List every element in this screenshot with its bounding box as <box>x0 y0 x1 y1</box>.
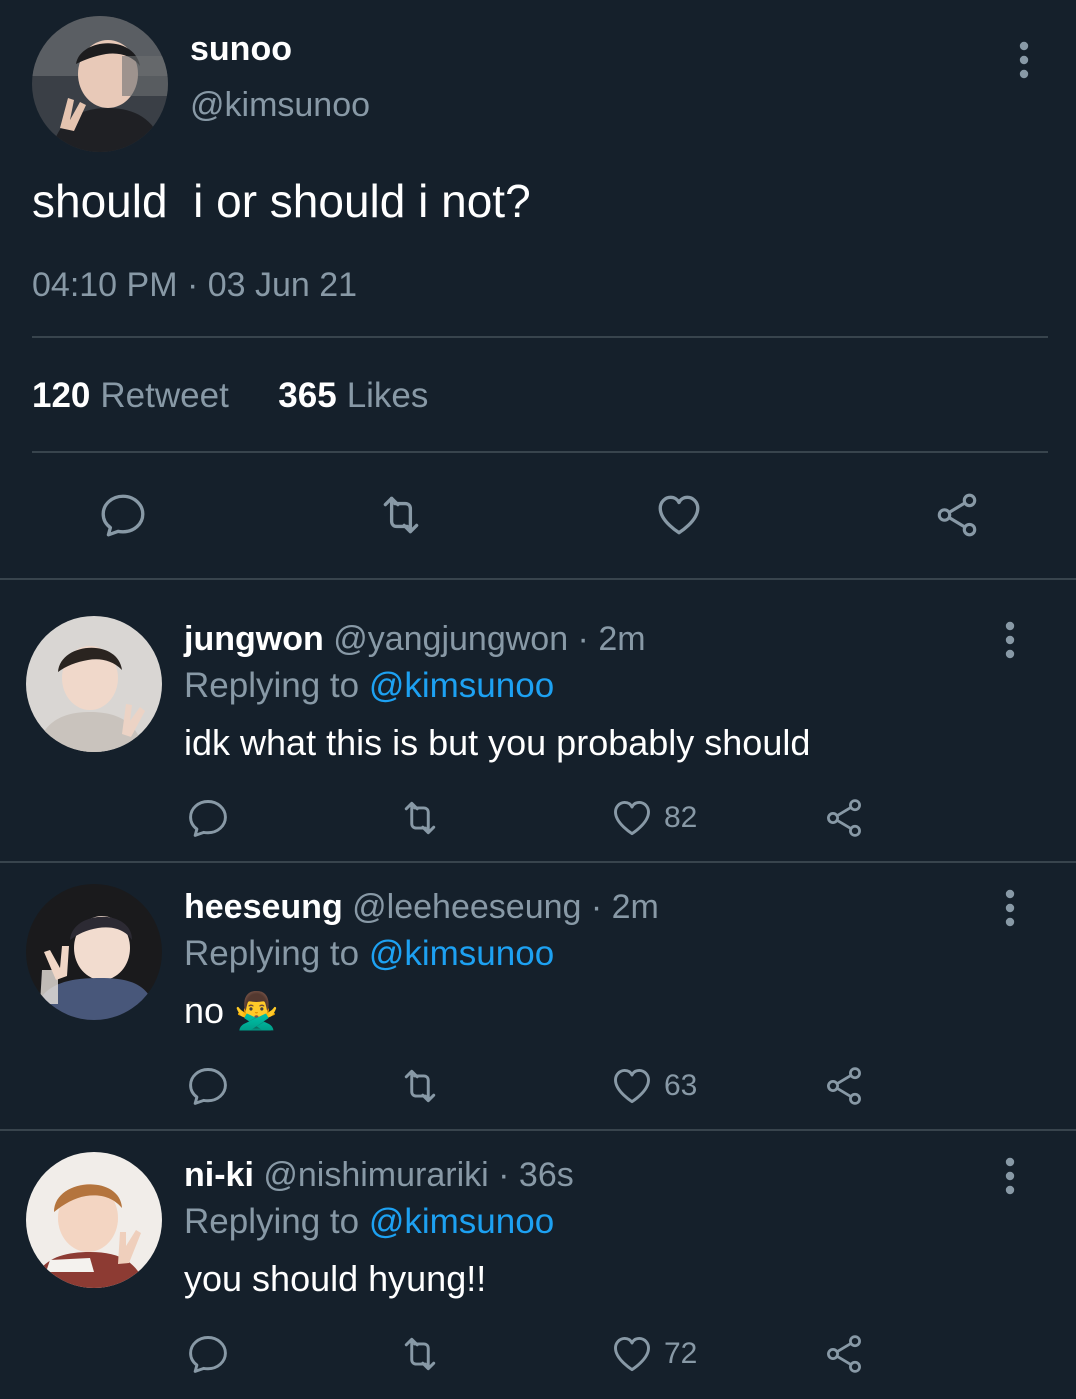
reply-meta[interactable]: @nishimurariki · 36s <box>263 1156 573 1194</box>
likes-label: Likes <box>346 376 429 415</box>
retweet-icon <box>398 1064 442 1108</box>
reply-tweet[interactable]: jungwon @yangjungwon · 2m Replying to @k… <box>0 580 1076 862</box>
reply-button[interactable] <box>186 1064 230 1108</box>
retweet-icon <box>398 1332 442 1376</box>
retweet-icon <box>398 796 442 840</box>
avatar-sunoo[interactable] <box>32 16 168 152</box>
avatar-heeseung[interactable] <box>26 884 162 1020</box>
reply-author-name[interactable]: heeseung <box>184 888 343 926</box>
share-button[interactable] <box>822 1332 866 1376</box>
retweet-button[interactable] <box>398 796 442 840</box>
like-count: 82 <box>664 801 698 834</box>
like-count: 63 <box>664 1069 698 1102</box>
share-button[interactable] <box>822 796 866 840</box>
replying-to-link[interactable]: @kimsunoo <box>369 1202 554 1241</box>
avatar-jungwon[interactable] <box>26 616 162 752</box>
tweet-text: should i or should i not? <box>32 175 531 227</box>
reply-text: you should hyung!! <box>184 1258 487 1299</box>
user-handle[interactable]: @kimsunoo <box>190 86 370 125</box>
reply-header: heeseung @leeheeseung · 2m <box>184 888 659 927</box>
like-count: 72 <box>664 1337 698 1370</box>
more-vertical-icon[interactable] <box>1008 40 1040 80</box>
reply-author-name[interactable]: ni-ki <box>184 1156 254 1194</box>
more-vertical-icon[interactable] <box>994 888 1026 928</box>
share-icon <box>822 1332 866 1376</box>
reply-header: jungwon @yangjungwon · 2m <box>184 620 646 659</box>
retweet-button[interactable] <box>398 1064 442 1108</box>
replying-to: Replying to @kimsunoo <box>184 666 554 706</box>
comment-icon <box>186 1064 230 1108</box>
reply-tweet[interactable]: heeseung @leeheeseung · 2m Replying to @… <box>0 848 1076 1130</box>
divider <box>32 451 1048 453</box>
retweet-button[interactable] <box>398 1332 442 1376</box>
heart-icon <box>654 490 704 540</box>
share-icon <box>822 796 866 840</box>
divider <box>32 336 1048 338</box>
like-button[interactable]: 72 <box>610 1332 697 1376</box>
reply-button[interactable] <box>186 796 230 840</box>
comment-icon <box>98 490 148 540</box>
replying-to-link[interactable]: @kimsunoo <box>369 666 554 705</box>
share-button[interactable] <box>932 490 982 540</box>
replying-label: Replying to <box>184 934 360 973</box>
retweet-label: Retweet <box>100 376 229 415</box>
likes-count: 365 <box>278 376 337 415</box>
main-tweet: sunoo @kimsunoo should i or should i not… <box>0 0 1076 580</box>
comment-icon <box>186 796 230 840</box>
comment-icon <box>186 1332 230 1376</box>
reply-author-name[interactable]: jungwon <box>184 620 324 658</box>
like-button[interactable]: 82 <box>610 796 697 840</box>
tweet-stats: 120 Retweet 365 Likes <box>32 376 428 416</box>
replying-label: Replying to <box>184 1202 360 1241</box>
retweet-stat[interactable]: 120 Retweet <box>32 376 239 415</box>
reply-text: idk what this is but you probably should <box>184 722 811 763</box>
more-vertical-icon[interactable] <box>994 1156 1026 1196</box>
reply-meta[interactable]: @yangjungwon · 2m <box>333 620 645 658</box>
replying-to: Replying to @kimsunoo <box>184 934 554 974</box>
avatar-ni-ki[interactable] <box>26 1152 162 1288</box>
retweet-icon <box>376 490 426 540</box>
replying-label: Replying to <box>184 666 360 705</box>
more-vertical-icon[interactable] <box>994 620 1026 660</box>
share-icon <box>822 1064 866 1108</box>
replying-to-link[interactable]: @kimsunoo <box>369 934 554 973</box>
retweet-button[interactable] <box>376 490 426 540</box>
heart-icon <box>610 796 654 840</box>
replying-to: Replying to @kimsunoo <box>184 1202 554 1242</box>
reply-meta[interactable]: @leeheeseung · 2m <box>352 888 659 926</box>
share-button[interactable] <box>822 1064 866 1108</box>
reply-tweet[interactable]: ni-ki @nishimurariki · 36s Replying to @… <box>0 1116 1076 1399</box>
heart-icon <box>610 1332 654 1376</box>
retweet-count: 120 <box>32 376 91 415</box>
reply-text: no 🙅‍♂️ <box>184 990 279 1031</box>
like-button[interactable]: 63 <box>610 1064 697 1108</box>
display-name[interactable]: sunoo <box>190 30 292 69</box>
likes-stat[interactable]: 365 Likes <box>278 376 428 415</box>
share-icon <box>932 490 982 540</box>
reply-button[interactable] <box>98 490 148 540</box>
heart-icon <box>610 1064 654 1108</box>
like-button[interactable] <box>654 490 704 540</box>
reply-button[interactable] <box>186 1332 230 1376</box>
reply-header: ni-ki @nishimurariki · 36s <box>184 1156 574 1195</box>
tweet-timestamp[interactable]: 04:10 PM · 03 Jun 21 <box>32 266 357 305</box>
